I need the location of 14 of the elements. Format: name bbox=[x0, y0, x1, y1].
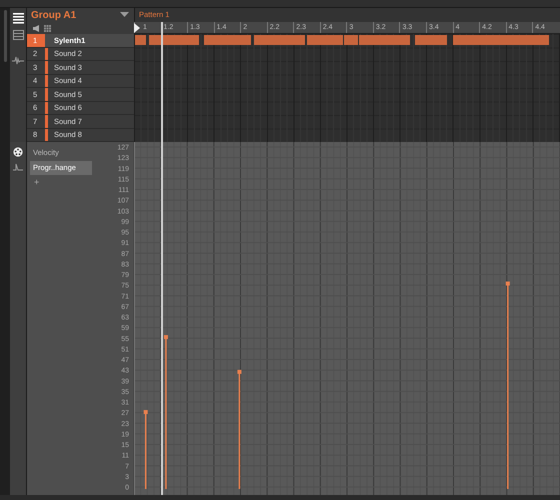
speaker-icon[interactable] bbox=[33, 24, 40, 32]
grid-icon[interactable] bbox=[44, 24, 51, 32]
add-lane-button[interactable]: + bbox=[30, 176, 44, 186]
list-icon[interactable] bbox=[12, 30, 24, 40]
velocity-marker[interactable] bbox=[144, 410, 148, 489]
automation-icon[interactable] bbox=[13, 163, 23, 172]
velocity-marker[interactable] bbox=[506, 282, 510, 489]
side-scrollbar[interactable] bbox=[0, 8, 10, 495]
waveform-icon[interactable] bbox=[12, 56, 24, 65]
knob-icon[interactable] bbox=[13, 147, 23, 157]
velocity-marker[interactable] bbox=[237, 370, 242, 489]
menu-icon[interactable] bbox=[12, 13, 24, 24]
velocity-marker[interactable] bbox=[164, 335, 168, 489]
dropdown-caret-icon[interactable] bbox=[120, 12, 129, 18]
